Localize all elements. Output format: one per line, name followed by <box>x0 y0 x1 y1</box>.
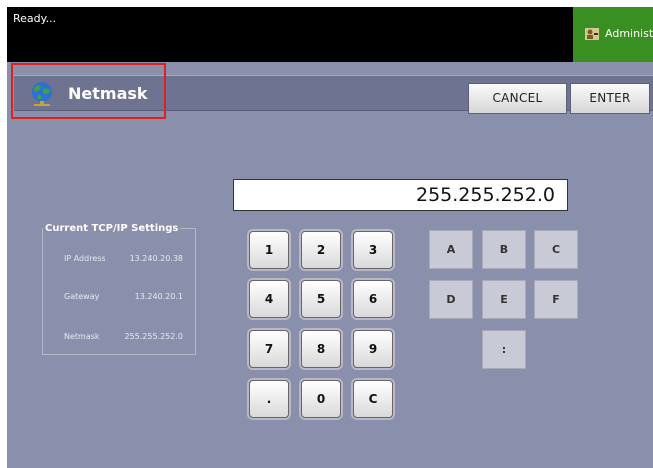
key-0[interactable]: 0 <box>301 380 341 418</box>
administrator-label: Administr <box>605 27 653 40</box>
user-key-icon <box>585 28 599 40</box>
administrator-button[interactable]: Administr <box>573 7 653 62</box>
key-f[interactable]: F <box>534 280 578 319</box>
key-7[interactable]: 7 <box>249 330 289 368</box>
gateway-value: 13.240.20.1 <box>134 292 183 301</box>
key-e[interactable]: E <box>482 280 526 319</box>
key-colon[interactable]: : <box>482 330 526 369</box>
key-8[interactable]: 8 <box>301 330 341 368</box>
netmask-value: 255.255.252.0 <box>124 332 183 341</box>
key-4[interactable]: 4 <box>249 280 289 318</box>
main-panel: Netmask CANCEL ENTER 255.255.252.0 Curre… <box>7 62 653 468</box>
key-b[interactable]: B <box>482 230 526 269</box>
enter-button[interactable]: ENTER <box>570 83 650 114</box>
key-dot[interactable]: . <box>249 380 289 418</box>
cancel-button[interactable]: CANCEL <box>468 83 567 114</box>
ip-address-value: 13.240.20.38 <box>129 254 183 263</box>
key-5[interactable]: 5 <box>301 280 341 318</box>
key-clear[interactable]: C <box>353 380 393 418</box>
key-d[interactable]: D <box>429 280 473 319</box>
top-status-bar: Ready... Administr <box>7 7 653 62</box>
status-text: Ready... <box>13 12 57 25</box>
key-3[interactable]: 3 <box>353 231 393 269</box>
key-a[interactable]: A <box>429 230 473 269</box>
key-6[interactable]: 6 <box>353 280 393 318</box>
key-c-hex[interactable]: C <box>534 230 578 269</box>
settings-group-title: Current TCP/IP Settings <box>43 223 181 234</box>
key-1[interactable]: 1 <box>249 231 289 269</box>
key-2[interactable]: 2 <box>301 231 341 269</box>
netmask-input[interactable]: 255.255.252.0 <box>233 179 568 211</box>
title-highlight-box <box>11 63 166 119</box>
key-9[interactable]: 9 <box>353 330 393 368</box>
